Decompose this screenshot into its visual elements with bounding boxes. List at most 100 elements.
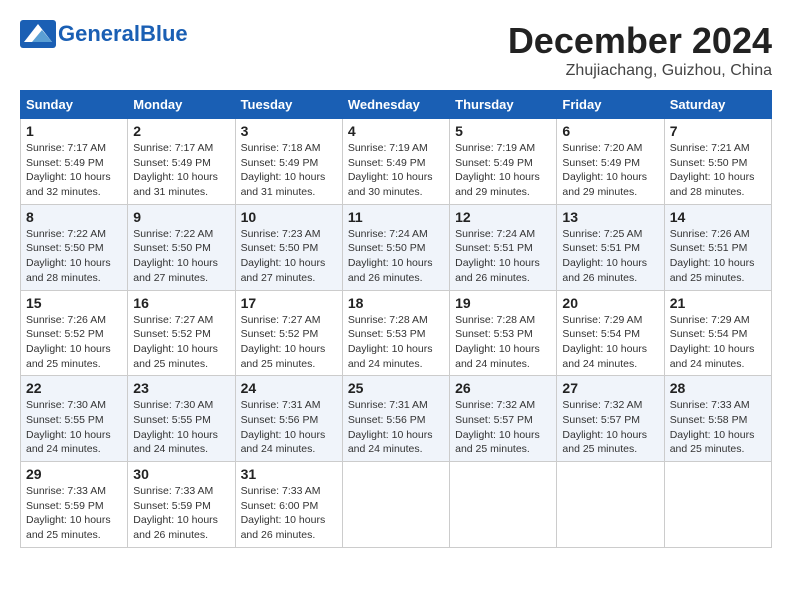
calendar-row: 8 Sunrise: 7:22 AM Sunset: 5:50 PM Dayli… bbox=[21, 204, 772, 290]
calendar-cell: 31 Sunrise: 7:33 AM Sunset: 6:00 PM Dayl… bbox=[235, 462, 342, 548]
calendar-cell: 27 Sunrise: 7:32 AM Sunset: 5:57 PM Dayl… bbox=[557, 376, 664, 462]
day-number: 29 bbox=[26, 466, 122, 482]
day-info: Sunrise: 7:31 AM Sunset: 5:56 PM Dayligh… bbox=[348, 398, 444, 457]
day-number: 28 bbox=[670, 380, 766, 396]
header-tuesday: Tuesday bbox=[235, 91, 342, 119]
logo: GeneralBlue bbox=[20, 20, 188, 48]
header: GeneralBlue December 2024 Zhujiachang, G… bbox=[20, 20, 772, 80]
day-number: 5 bbox=[455, 123, 551, 139]
day-number: 9 bbox=[133, 209, 229, 225]
title-area: December 2024 Zhujiachang, Guizhou, Chin… bbox=[508, 20, 772, 80]
day-number: 17 bbox=[241, 295, 337, 311]
calendar-cell: 10 Sunrise: 7:23 AM Sunset: 5:50 PM Dayl… bbox=[235, 204, 342, 290]
day-info: Sunrise: 7:26 AM Sunset: 5:51 PM Dayligh… bbox=[670, 227, 766, 286]
calendar-cell: 13 Sunrise: 7:25 AM Sunset: 5:51 PM Dayl… bbox=[557, 204, 664, 290]
day-number: 24 bbox=[241, 380, 337, 396]
calendar-cell: 6 Sunrise: 7:20 AM Sunset: 5:49 PM Dayli… bbox=[557, 119, 664, 205]
calendar-cell: 15 Sunrise: 7:26 AM Sunset: 5:52 PM Dayl… bbox=[21, 290, 128, 376]
day-info: Sunrise: 7:19 AM Sunset: 5:49 PM Dayligh… bbox=[455, 141, 551, 200]
calendar-cell bbox=[557, 462, 664, 548]
day-number: 1 bbox=[26, 123, 122, 139]
header-monday: Monday bbox=[128, 91, 235, 119]
day-number: 16 bbox=[133, 295, 229, 311]
location-title: Zhujiachang, Guizhou, China bbox=[508, 62, 772, 80]
day-info: Sunrise: 7:27 AM Sunset: 5:52 PM Dayligh… bbox=[133, 313, 229, 372]
day-info: Sunrise: 7:33 AM Sunset: 5:58 PM Dayligh… bbox=[670, 398, 766, 457]
calendar-cell: 9 Sunrise: 7:22 AM Sunset: 5:50 PM Dayli… bbox=[128, 204, 235, 290]
calendar-cell: 1 Sunrise: 7:17 AM Sunset: 5:49 PM Dayli… bbox=[21, 119, 128, 205]
day-number: 21 bbox=[670, 295, 766, 311]
calendar-cell: 11 Sunrise: 7:24 AM Sunset: 5:50 PM Dayl… bbox=[342, 204, 449, 290]
day-info: Sunrise: 7:27 AM Sunset: 5:52 PM Dayligh… bbox=[241, 313, 337, 372]
weekday-header-row: Sunday Monday Tuesday Wednesday Thursday… bbox=[21, 91, 772, 119]
day-number: 4 bbox=[348, 123, 444, 139]
calendar-cell: 19 Sunrise: 7:28 AM Sunset: 5:53 PM Dayl… bbox=[450, 290, 557, 376]
day-info: Sunrise: 7:32 AM Sunset: 5:57 PM Dayligh… bbox=[455, 398, 551, 457]
day-info: Sunrise: 7:19 AM Sunset: 5:49 PM Dayligh… bbox=[348, 141, 444, 200]
day-info: Sunrise: 7:22 AM Sunset: 5:50 PM Dayligh… bbox=[26, 227, 122, 286]
day-number: 23 bbox=[133, 380, 229, 396]
logo-icon bbox=[20, 20, 56, 48]
calendar-cell: 8 Sunrise: 7:22 AM Sunset: 5:50 PM Dayli… bbox=[21, 204, 128, 290]
day-info: Sunrise: 7:20 AM Sunset: 5:49 PM Dayligh… bbox=[562, 141, 658, 200]
day-number: 6 bbox=[562, 123, 658, 139]
day-info: Sunrise: 7:24 AM Sunset: 5:50 PM Dayligh… bbox=[348, 227, 444, 286]
day-number: 7 bbox=[670, 123, 766, 139]
day-number: 10 bbox=[241, 209, 337, 225]
day-info: Sunrise: 7:18 AM Sunset: 5:49 PM Dayligh… bbox=[241, 141, 337, 200]
header-friday: Friday bbox=[557, 91, 664, 119]
header-sunday: Sunday bbox=[21, 91, 128, 119]
calendar-row: 1 Sunrise: 7:17 AM Sunset: 5:49 PM Dayli… bbox=[21, 119, 772, 205]
day-info: Sunrise: 7:28 AM Sunset: 5:53 PM Dayligh… bbox=[348, 313, 444, 372]
calendar-cell bbox=[450, 462, 557, 548]
calendar-cell: 3 Sunrise: 7:18 AM Sunset: 5:49 PM Dayli… bbox=[235, 119, 342, 205]
calendar-cell: 20 Sunrise: 7:29 AM Sunset: 5:54 PM Dayl… bbox=[557, 290, 664, 376]
day-number: 11 bbox=[348, 209, 444, 225]
day-info: Sunrise: 7:25 AM Sunset: 5:51 PM Dayligh… bbox=[562, 227, 658, 286]
calendar-cell: 24 Sunrise: 7:31 AM Sunset: 5:56 PM Dayl… bbox=[235, 376, 342, 462]
calendar-cell: 28 Sunrise: 7:33 AM Sunset: 5:58 PM Dayl… bbox=[664, 376, 771, 462]
calendar-cell: 4 Sunrise: 7:19 AM Sunset: 5:49 PM Dayli… bbox=[342, 119, 449, 205]
day-number: 25 bbox=[348, 380, 444, 396]
calendar-cell: 30 Sunrise: 7:33 AM Sunset: 5:59 PM Dayl… bbox=[128, 462, 235, 548]
day-number: 19 bbox=[455, 295, 551, 311]
day-number: 18 bbox=[348, 295, 444, 311]
day-info: Sunrise: 7:23 AM Sunset: 5:50 PM Dayligh… bbox=[241, 227, 337, 286]
calendar-cell: 26 Sunrise: 7:32 AM Sunset: 5:57 PM Dayl… bbox=[450, 376, 557, 462]
day-info: Sunrise: 7:29 AM Sunset: 5:54 PM Dayligh… bbox=[562, 313, 658, 372]
calendar-cell bbox=[664, 462, 771, 548]
day-info: Sunrise: 7:17 AM Sunset: 5:49 PM Dayligh… bbox=[133, 141, 229, 200]
calendar-cell: 21 Sunrise: 7:29 AM Sunset: 5:54 PM Dayl… bbox=[664, 290, 771, 376]
month-title: December 2024 bbox=[508, 20, 772, 62]
header-saturday: Saturday bbox=[664, 91, 771, 119]
day-number: 8 bbox=[26, 209, 122, 225]
day-info: Sunrise: 7:33 AM Sunset: 5:59 PM Dayligh… bbox=[133, 484, 229, 543]
calendar-cell: 23 Sunrise: 7:30 AM Sunset: 5:55 PM Dayl… bbox=[128, 376, 235, 462]
day-number: 31 bbox=[241, 466, 337, 482]
header-wednesday: Wednesday bbox=[342, 91, 449, 119]
calendar-cell: 29 Sunrise: 7:33 AM Sunset: 5:59 PM Dayl… bbox=[21, 462, 128, 548]
header-thursday: Thursday bbox=[450, 91, 557, 119]
calendar-cell: 14 Sunrise: 7:26 AM Sunset: 5:51 PM Dayl… bbox=[664, 204, 771, 290]
day-info: Sunrise: 7:24 AM Sunset: 5:51 PM Dayligh… bbox=[455, 227, 551, 286]
calendar-cell: 12 Sunrise: 7:24 AM Sunset: 5:51 PM Dayl… bbox=[450, 204, 557, 290]
calendar-cell: 16 Sunrise: 7:27 AM Sunset: 5:52 PM Dayl… bbox=[128, 290, 235, 376]
calendar-cell bbox=[342, 462, 449, 548]
day-number: 12 bbox=[455, 209, 551, 225]
calendar-row: 29 Sunrise: 7:33 AM Sunset: 5:59 PM Dayl… bbox=[21, 462, 772, 548]
day-info: Sunrise: 7:33 AM Sunset: 6:00 PM Dayligh… bbox=[241, 484, 337, 543]
calendar-cell: 2 Sunrise: 7:17 AM Sunset: 5:49 PM Dayli… bbox=[128, 119, 235, 205]
calendar-cell: 25 Sunrise: 7:31 AM Sunset: 5:56 PM Dayl… bbox=[342, 376, 449, 462]
day-number: 14 bbox=[670, 209, 766, 225]
day-info: Sunrise: 7:17 AM Sunset: 5:49 PM Dayligh… bbox=[26, 141, 122, 200]
day-info: Sunrise: 7:30 AM Sunset: 5:55 PM Dayligh… bbox=[133, 398, 229, 457]
day-info: Sunrise: 7:30 AM Sunset: 5:55 PM Dayligh… bbox=[26, 398, 122, 457]
calendar-row: 15 Sunrise: 7:26 AM Sunset: 5:52 PM Dayl… bbox=[21, 290, 772, 376]
day-info: Sunrise: 7:26 AM Sunset: 5:52 PM Dayligh… bbox=[26, 313, 122, 372]
day-number: 20 bbox=[562, 295, 658, 311]
day-number: 27 bbox=[562, 380, 658, 396]
day-number: 30 bbox=[133, 466, 229, 482]
day-info: Sunrise: 7:33 AM Sunset: 5:59 PM Dayligh… bbox=[26, 484, 122, 543]
day-info: Sunrise: 7:29 AM Sunset: 5:54 PM Dayligh… bbox=[670, 313, 766, 372]
day-info: Sunrise: 7:32 AM Sunset: 5:57 PM Dayligh… bbox=[562, 398, 658, 457]
